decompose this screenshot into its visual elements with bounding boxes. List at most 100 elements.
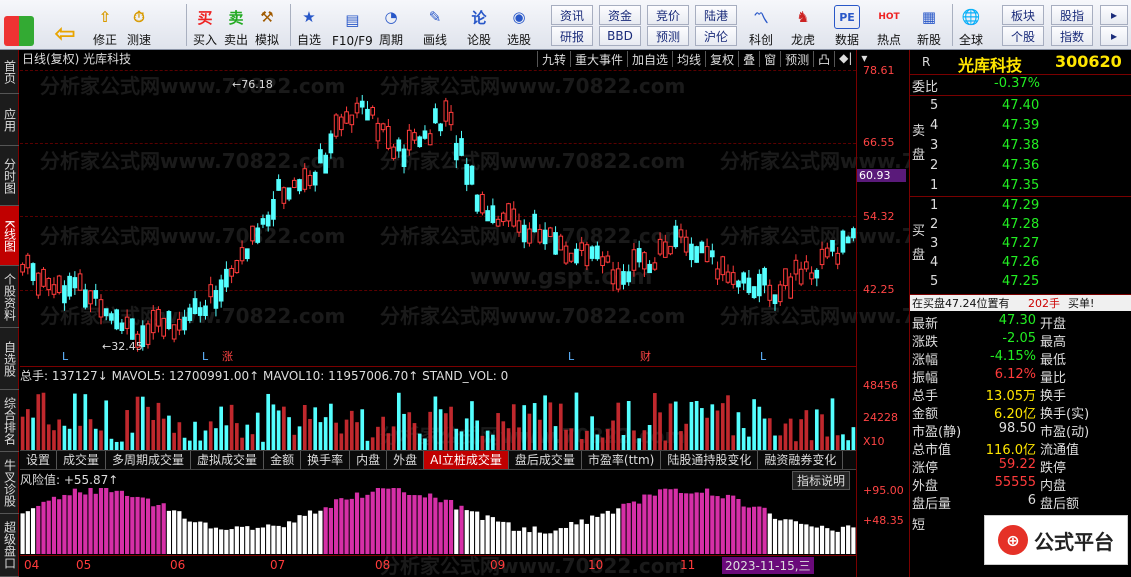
- tab-kline[interactable]: K线图: [0, 206, 19, 266]
- tab-amount[interactable]: 金额: [264, 451, 302, 469]
- candle-body: [213, 290, 219, 309]
- tab-after-hours-volume[interactable]: 盘后成交量: [509, 451, 582, 469]
- fullscreen-button[interactable]: ◆|: [834, 51, 856, 67]
- stat-row: 振幅 6.12% 量比: [910, 367, 1131, 386]
- ma-button[interactable]: 均线: [672, 51, 705, 67]
- predict-button[interactable]: 预测: [780, 51, 813, 67]
- risk-bar: [354, 492, 360, 554]
- tab-margin[interactable]: 融资融券变化: [758, 451, 844, 469]
- risk-bar: [532, 526, 537, 554]
- new-stock-button[interactable]: ▦ 新股: [916, 2, 942, 48]
- sell-level-row[interactable]: 2 47.36: [910, 158, 1131, 176]
- simulate-button[interactable]: ⚒ 模拟: [254, 2, 280, 48]
- formula-platform-logo: ⊕ 公式平台: [984, 515, 1128, 565]
- add-watch-button[interactable]: 加自选: [627, 51, 672, 67]
- tab-apps[interactable]: 应用: [0, 94, 19, 146]
- volume-bar: [26, 409, 30, 450]
- volume-bar: [517, 427, 521, 450]
- tab-volume[interactable]: 成交量: [57, 451, 107, 469]
- fix-button[interactable]: ⇧ 修正: [92, 2, 118, 48]
- risk-bar: [772, 518, 778, 554]
- global-button[interactable]: 🌐 全球: [958, 2, 984, 48]
- tab-virtual-volume[interactable]: 虚拟成交量: [191, 451, 265, 469]
- grid-menu-button[interactable]: [4, 2, 34, 48]
- volume-bar: [104, 400, 109, 450]
- volume-bar: [224, 425, 229, 450]
- stat-row: 涨幅 -4.15% 最低: [910, 349, 1131, 368]
- sell-level-row[interactable]: 5 47.40: [910, 98, 1131, 116]
- sell-level-row[interactable]: 3 47.38: [910, 138, 1131, 156]
- auction-button[interactable]: 竞价: [647, 5, 689, 25]
- bbd-button[interactable]: BBD: [599, 26, 641, 46]
- tab-inner[interactable]: 内盘: [350, 451, 388, 469]
- speed-test-button[interactable]: ⏱ 测速: [126, 2, 152, 48]
- tab-settings[interactable]: 设置: [20, 451, 58, 469]
- sh-london-button[interactable]: 沪伦: [695, 26, 737, 46]
- sell-button[interactable]: 卖 卖出: [223, 2, 249, 48]
- forecast-button[interactable]: 预测: [647, 26, 689, 46]
- volume-bar: [36, 394, 41, 450]
- kline-chart-area[interactable]: 日线(复权) 光库科技 九转 重大事件 加自选 均线 复权 叠 窗 预测 凸 ◆…: [20, 50, 1025, 577]
- draw-line-button[interactable]: ✎ 画线: [422, 2, 448, 48]
- buy-level-row[interactable]: 2 47.28: [910, 217, 1131, 235]
- index-button[interactable]: 指数: [1051, 26, 1093, 46]
- capital-button[interactable]: 资金: [599, 5, 641, 25]
- tab-pe-ttm[interactable]: 市盈率(ttm): [582, 451, 662, 469]
- period-button[interactable]: ◔ 周期: [378, 2, 404, 48]
- lock-button[interactable]: 凸: [813, 51, 834, 67]
- sell-level-row[interactable]: 1 47.35: [910, 178, 1131, 196]
- stat-value: 6.20亿: [994, 407, 1036, 422]
- buy-level-row[interactable]: 3 47.27: [910, 236, 1131, 254]
- data-button[interactable]: PE 数据: [834, 2, 860, 48]
- tab-watchlist[interactable]: 自选股: [0, 328, 19, 390]
- nine-turn-button[interactable]: 九转: [537, 51, 570, 67]
- discuss-button[interactable]: 论 论股: [466, 2, 492, 48]
- index-futures-button[interactable]: 股指: [1051, 5, 1093, 25]
- f10-button[interactable]: ▤ F10/F9: [332, 2, 373, 48]
- dragon-tiger-button[interactable]: ♞ 龙虎: [790, 2, 816, 48]
- buy-level-row[interactable]: 4 47.26: [910, 255, 1131, 273]
- star-market-button[interactable]: 〽 科创: [748, 2, 774, 48]
- tab-ranking[interactable]: 综合排名: [0, 390, 19, 452]
- volume-bar: [684, 423, 689, 450]
- tab-turnover[interactable]: 换手率: [301, 451, 351, 469]
- logo-text: 公式平台: [1034, 529, 1114, 554]
- tab-ai-volume[interactable]: AI立桩成交量: [424, 451, 509, 469]
- window-button[interactable]: 窗: [759, 51, 780, 67]
- buy-level-row[interactable]: 1 47.29: [910, 198, 1131, 216]
- risk-chart[interactable]: [20, 488, 856, 554]
- major-events-button[interactable]: 重大事件: [570, 51, 627, 67]
- volume-bar: [543, 395, 547, 450]
- volume-chart[interactable]: [20, 382, 856, 450]
- tab-home[interactable]: 首页: [0, 50, 19, 94]
- volume-bar: [814, 409, 819, 450]
- single-stock-button[interactable]: 个股: [1002, 26, 1044, 46]
- candle-body: [67, 275, 72, 297]
- sell-level-row[interactable]: 4 47.39: [910, 118, 1131, 136]
- more2-button[interactable]: ▸: [1100, 26, 1128, 46]
- overlay-button[interactable]: 叠: [738, 51, 759, 67]
- adjust-button[interactable]: 复权: [705, 51, 738, 67]
- candlestick-chart[interactable]: L L 涨 L 财 L←76.18←32.45: [20, 68, 856, 368]
- tab-level2[interactable]: 超级盘口: [0, 514, 19, 577]
- research-button[interactable]: 研报: [551, 26, 593, 46]
- news-button[interactable]: 资讯: [551, 5, 593, 25]
- stock-picker-button[interactable]: ◉ 选股: [506, 2, 532, 48]
- sector-button[interactable]: 板块: [1002, 5, 1044, 25]
- tab-profile[interactable]: 个股资料: [0, 266, 19, 328]
- hotspot-button[interactable]: HOT 热点: [876, 2, 902, 48]
- watchlist-button[interactable]: ★ 自选: [296, 2, 322, 48]
- risk-bar: [448, 499, 454, 554]
- tab-intraday[interactable]: 分时图: [0, 146, 19, 206]
- more-button[interactable]: ▸: [1100, 5, 1128, 25]
- tab-outer[interactable]: 外盘: [387, 451, 425, 469]
- tab-multi-period-volume[interactable]: 多周期成交量: [106, 451, 192, 469]
- tab-diagnosis[interactable]: 牛叉诊股: [0, 452, 19, 514]
- tab-hk-holding[interactable]: 陆股通持股变化: [661, 451, 759, 469]
- hk-connect-button[interactable]: 陆港: [695, 5, 737, 25]
- candle-body: [276, 179, 281, 191]
- back-button[interactable]: ⇦: [52, 2, 78, 49]
- risk-bar: [339, 498, 344, 554]
- buy-level-row[interactable]: 5 47.25: [910, 274, 1131, 292]
- buy-button[interactable]: 买 买入: [192, 2, 218, 48]
